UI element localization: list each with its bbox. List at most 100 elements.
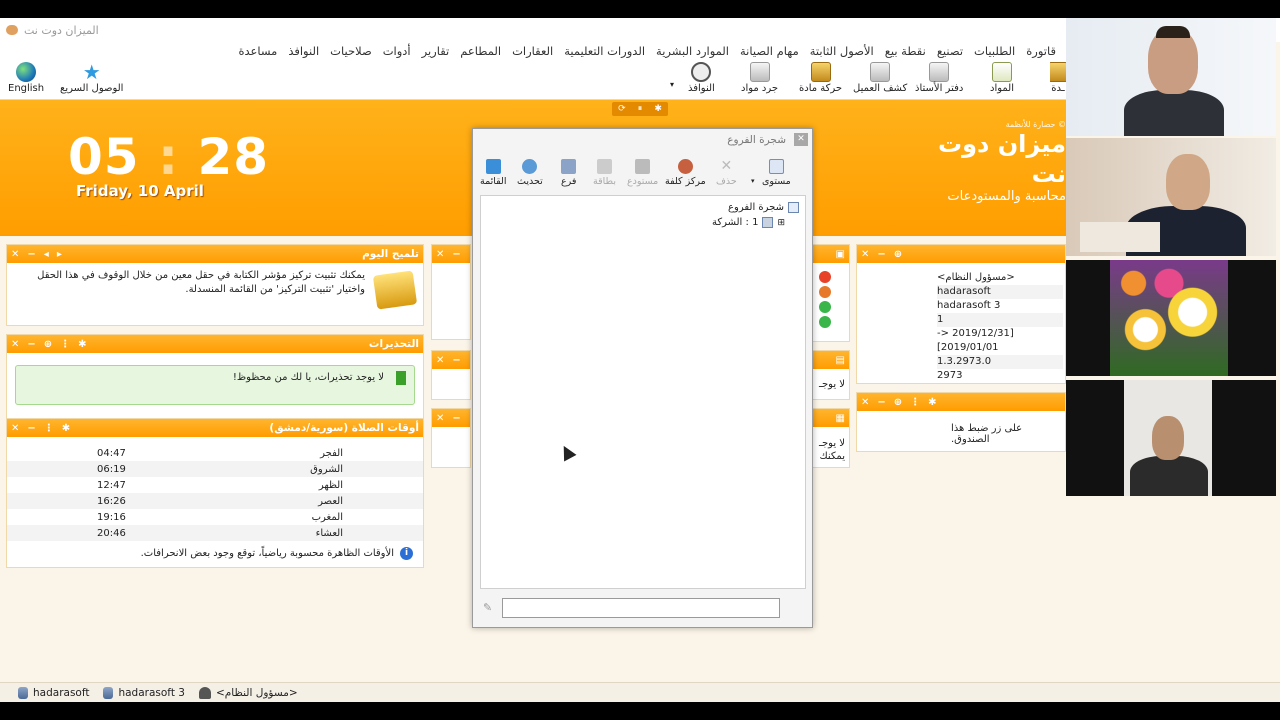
branch-tree[interactable]: شجرة الفروع ⊞ 1 : الشركة [480,195,806,589]
level-dropdown-arrow[interactable]: ▾ [751,177,755,185]
menu-item-manufacturing[interactable]: تصنيع [937,44,963,58]
info-branch: 1 [937,313,1063,327]
warehouse-button[interactable]: مستودع [627,159,658,187]
menu-bar: قاتورة الطلبيات تصنيع نقطة بيع الأصول ال… [0,42,1066,60]
menu-item-tools[interactable]: أدوات [383,44,411,58]
gear-icon[interactable]: ✱ [654,104,662,114]
refresh-icon[interactable]: ⟳ [618,104,626,114]
banner-controls[interactable]: ⟳ ⏸ ✱ [612,102,668,116]
dialog-title: شجرة الفروع [727,134,786,146]
dialog-title-bar[interactable]: شجرة الفروع ✕ [473,129,812,151]
printer-icon [870,62,891,82]
minimize-icon[interactable]: − [877,397,885,408]
menu-item-reports[interactable]: تقارير [422,44,450,58]
tree-root[interactable]: شجرة الفروع [487,200,799,215]
materials-button[interactable]: المواد [990,62,1014,94]
info-period: [2019/12/31 <- 2019/01/01] [937,328,1014,353]
building-icon [561,159,577,174]
close-icon[interactable]: ✕ [436,413,444,424]
minimize-icon[interactable]: − [27,423,35,434]
list-view-button[interactable]: القائمة [480,159,506,187]
tree-icon [788,202,799,213]
gear-icon[interactable]: ✱ [928,397,936,408]
partial-toolbar-button[interactable]: ـدة [1050,62,1066,94]
pause-icon[interactable]: ⏸ [638,104,643,114]
windows-button[interactable]: النوافذ [688,62,715,94]
prayer-table: 04:47 الفجر 06:19 الشروق 12:47 الظهر 16:26 ا… [7,437,423,541]
menu-item-orders[interactable]: الطلبيات [974,44,1015,58]
pin-icon[interactable]: ⊕ [44,339,52,350]
close-icon[interactable]: ✕ [861,397,869,408]
status-green-icon [819,301,831,313]
menu-item-hr[interactable]: الموارد البشرية [656,44,729,58]
close-icon[interactable]: ✕ [794,133,808,146]
table-row: 20:46 العشاء [7,525,423,541]
star-icon: ★ [82,60,101,84]
branch-tree-dialog: شجرة الفروع ✕ القائمة تحديث فرع بطاقة مس… [472,128,813,628]
warning-message-box: لا يوجد تحذيرات، يا لك من محظوظ! [15,365,415,405]
item-movement-button[interactable]: حركة مادة [799,62,842,94]
menu-item-fixed-assets[interactable]: الأصول الثابتة [810,44,874,58]
clock-icon [691,62,712,82]
menu-item-windows[interactable]: النوافذ [288,44,319,58]
minimize-icon[interactable]: − [452,355,460,366]
flag-icon [396,371,406,385]
inventory-count-button[interactable]: جرد مواد [741,62,778,94]
more-icon[interactable]: ⋮ [60,339,70,350]
card-icon [596,159,612,174]
menu-item-permissions[interactable]: صلاحيات [330,44,372,58]
box-icon [810,62,831,82]
menu-item-pos[interactable]: نقطة بيع [885,44,926,58]
level-button[interactable]: مستوى [762,159,791,187]
prayer-note: i الأوقات الظاهرة محسوبة رياضياً، توقع و… [7,547,423,560]
close-icon[interactable]: ✕ [11,249,19,260]
new-branch-button[interactable]: فرع [561,159,576,187]
prev-icon[interactable]: ◂ [44,249,49,260]
cost-center-button[interactable]: مركز كلفة [665,159,706,187]
tip-title: تلميح اليوم [362,248,419,260]
menu-item-restaurants[interactable]: المطاعم [460,44,501,58]
minimize-icon[interactable]: − [877,249,885,260]
gear-icon[interactable]: ✱ [62,423,70,434]
quick-access-button[interactable]: ★ الوصول السريع [60,62,123,94]
status-user[interactable]: <مسؤول النظام> [198,686,298,699]
expand-icon[interactable]: ⊞ [777,218,785,228]
next-icon[interactable]: ▸ [57,249,62,260]
minimize-icon[interactable]: − [452,413,460,424]
menu-item-invoice[interactable]: قاتورة [1026,44,1056,58]
ledger-button[interactable]: دفتر الأستاذ [915,62,963,94]
close-icon[interactable]: ✕ [861,249,869,260]
tree-node-company[interactable]: ⊞ 1 : الشركة [487,215,799,230]
windows-dropdown-arrow[interactable]: ▾ [670,80,674,89]
pin-icon[interactable]: ⊕ [894,397,902,408]
warnings-title: التحذيرات [368,338,419,350]
status-bar: hadarasoft hadarasoft 3 <مسؤول النظام> [0,682,1280,702]
more-icon[interactable]: ⋮ [44,423,54,434]
user-icon [198,686,211,699]
refresh-button[interactable]: تحديث [517,159,543,187]
menu-item-real-estate[interactable]: العقارات [512,44,553,58]
search-input[interactable] [502,598,780,618]
close-icon[interactable]: ✕ [436,249,444,260]
close-icon[interactable]: ✕ [436,355,444,366]
close-icon[interactable]: ✕ [11,423,19,434]
minimize-icon[interactable]: − [27,339,35,350]
card-button[interactable]: بطاقة [593,159,616,187]
close-icon[interactable]: ✕ [11,339,19,350]
info-icon: i [400,547,413,560]
cash-box-text: على زر ضبط هذا الصندوق. [951,423,1023,445]
hidden-panel-left-1: ✕ − [431,244,471,340]
customer-statement-button[interactable]: كشف العميل [853,62,907,94]
pin-icon[interactable]: ⊕ [894,249,902,260]
more-icon[interactable]: ⋮ [910,397,920,408]
minimize-icon[interactable]: − [27,249,35,260]
menu-item-courses[interactable]: الدورات التعليمية [564,44,645,58]
english-button[interactable]: English [8,62,44,94]
delete-button[interactable]: ✕ حذف [716,159,737,188]
menu-item-maintenance[interactable]: مهام الصيانة [740,44,799,58]
minimize-icon[interactable]: − [452,249,460,260]
status-database[interactable]: hadarasoft 3 [103,686,185,699]
menu-item-help[interactable]: مساعدة [238,44,277,58]
status-company[interactable]: hadarasoft [18,686,89,699]
gear-icon[interactable]: ✱ [78,339,86,350]
